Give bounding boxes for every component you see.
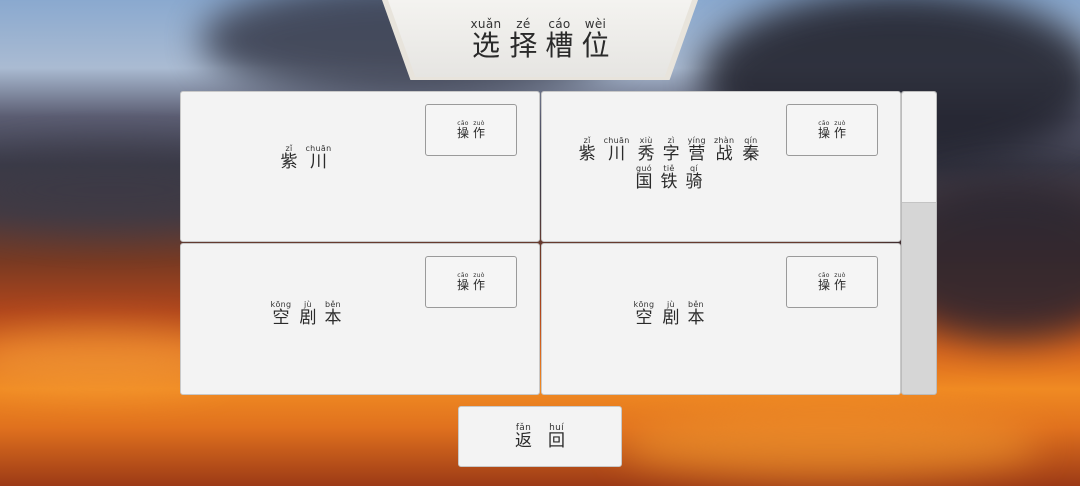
- title-char: wèi 位: [581, 16, 610, 62]
- operate-button[interactable]: cāo 操 zuò 作: [786, 256, 878, 308]
- title-char: cáo 槽: [545, 16, 574, 62]
- save-slot-3[interactable]: kōng 空 jù 剧 běn 本 cāo 操 zuò 作: [180, 243, 540, 395]
- operate-button[interactable]: cāo 操 zuò 作: [786, 104, 878, 156]
- page-title: xuǎn 选 zé 择 cáo 槽 wèi 位: [388, 0, 692, 77]
- scrollbar-thumb[interactable]: [902, 92, 936, 203]
- operate-button[interactable]: cāo 操 zuò 作: [425, 104, 517, 156]
- title-char: zé 择: [509, 16, 538, 62]
- slot-list-scrollbar[interactable]: [901, 91, 937, 395]
- slot-name: zǐ 紫 chuān 川 xiù 秀 zì 字 yíng 营 zhàn 战 qín 秦 guó…: [578, 136, 760, 192]
- slot-name: kōng 空 jù 剧 běn 本: [633, 300, 705, 328]
- save-slot-4[interactable]: kōng 空 jù 剧 běn 本 cāo 操 zuò 作: [541, 243, 901, 395]
- slot-name: kōng 空 jù 剧 běn 本: [270, 300, 342, 328]
- save-slot-2[interactable]: zǐ 紫 chuān 川 xiù 秀 zì 字 yíng 营 zhàn 战 qín 秦 guó…: [541, 91, 901, 242]
- slot-name: zǐ 紫 chuān 川: [280, 144, 332, 172]
- save-slot-1[interactable]: zǐ 紫 chuān 川 cāo 操 zuò 作: [180, 91, 540, 242]
- return-button[interactable]: fǎn 返 huí 回: [458, 406, 622, 467]
- title-char: xuǎn 选: [470, 16, 502, 62]
- operate-button[interactable]: cāo 操 zuò 作: [425, 256, 517, 308]
